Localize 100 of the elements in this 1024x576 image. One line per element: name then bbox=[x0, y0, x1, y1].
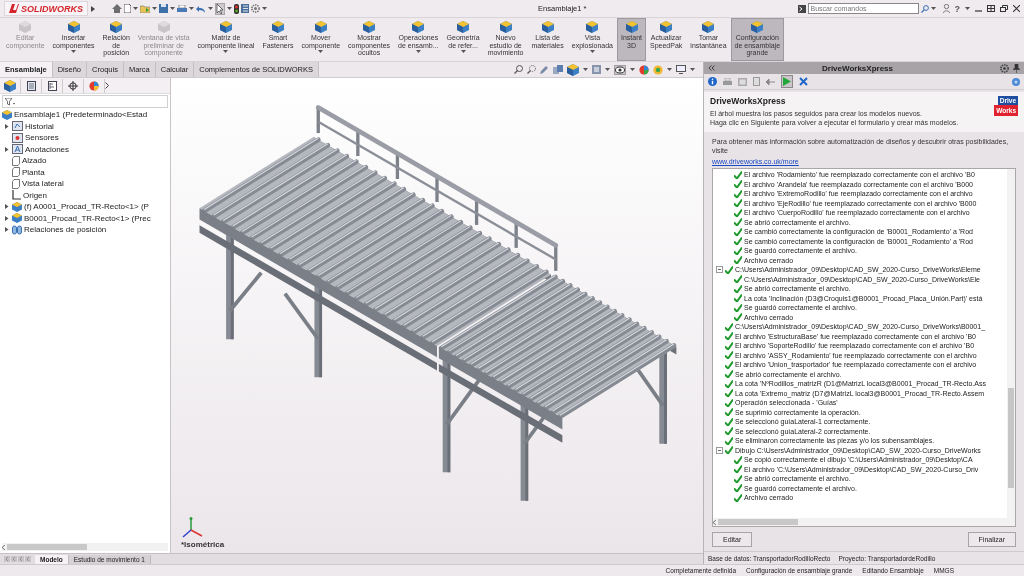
monitor-icon[interactable] bbox=[676, 65, 686, 74]
caret-icon[interactable] bbox=[170, 7, 175, 10]
chevron-right-icon[interactable] bbox=[105, 82, 109, 89]
tile-windows-icon[interactable] bbox=[987, 5, 995, 12]
horizontal-scrollbar[interactable] bbox=[713, 518, 1015, 526]
caret-icon[interactable] bbox=[152, 7, 157, 10]
user-icon[interactable] bbox=[942, 4, 950, 13]
expand-arrow-icon[interactable] bbox=[5, 204, 9, 210]
cube-icon[interactable] bbox=[567, 63, 579, 76]
filter-icon bbox=[5, 97, 15, 106]
tree-item[interactable]: Anotaciones bbox=[25, 144, 70, 154]
tree-item[interactable]: B0001_Procad_TR-Recto<1> (Prec bbox=[24, 213, 151, 223]
expand-arrow-icon[interactable] bbox=[5, 123, 9, 129]
new-document-icon[interactable] bbox=[124, 4, 131, 13]
select-tool-button[interactable] bbox=[215, 2, 225, 15]
caret-icon bbox=[460, 50, 466, 53]
close-icon[interactable] bbox=[1013, 5, 1020, 12]
horizontal-scrollbar[interactable] bbox=[2, 543, 168, 551]
tree-item[interactable]: (f) A0001_Procad_TR-Recto<1> (P bbox=[24, 202, 149, 212]
cube-icon bbox=[499, 21, 512, 33]
print-icon[interactable] bbox=[177, 4, 187, 13]
cube-icon bbox=[67, 21, 80, 33]
caret-icon bbox=[71, 50, 77, 53]
tree-item[interactable]: Relaciones de posición bbox=[24, 225, 107, 235]
cube-icon bbox=[271, 21, 284, 33]
collapse-panel-icon[interactable] bbox=[708, 65, 715, 71]
hide-show-button[interactable] bbox=[614, 64, 626, 75]
tree-item[interactable]: Alzado bbox=[22, 156, 47, 166]
pin-icon[interactable] bbox=[1013, 63, 1020, 73]
expand-arrow-icon[interactable] bbox=[91, 5, 95, 12]
traffic-light-icon[interactable] bbox=[234, 3, 239, 14]
cube-icon bbox=[702, 21, 715, 33]
configuration-icon bbox=[47, 80, 57, 91]
caret-icon[interactable] bbox=[189, 7, 194, 10]
undo-icon[interactable] bbox=[196, 4, 206, 13]
axis-triad-icon bbox=[181, 517, 203, 539]
caret-icon bbox=[223, 50, 229, 53]
restore-icon[interactable] bbox=[1000, 5, 1008, 12]
caret-icon[interactable] bbox=[965, 7, 970, 10]
tree-item[interactable]: Vista lateral bbox=[22, 179, 64, 189]
expand-arrow-icon[interactable] bbox=[5, 215, 9, 221]
logo-mark-icon bbox=[9, 4, 19, 13]
cube-icon bbox=[157, 21, 170, 33]
chevron-left-icon bbox=[2, 544, 5, 550]
mates-icon bbox=[12, 224, 22, 235]
info-icon[interactable] bbox=[708, 77, 717, 86]
tree-item[interactable]: Planta bbox=[22, 167, 45, 177]
list-icon[interactable] bbox=[241, 4, 249, 13]
zoom-to-fit-icon[interactable] bbox=[514, 65, 523, 74]
cube-icon bbox=[110, 21, 123, 33]
tree-item[interactable]: Origen bbox=[23, 190, 47, 200]
tree-item[interactable]: Ensamblaje1 (Predeterminado<Estad bbox=[14, 110, 148, 120]
help-button[interactable]: ? bbox=[954, 3, 960, 14]
chevron-left-icon bbox=[713, 519, 716, 525]
save-icon[interactable] bbox=[159, 4, 168, 13]
cube-icon bbox=[457, 21, 470, 33]
info-heading: DriveWorksXpress bbox=[710, 96, 787, 106]
caret-icon[interactable] bbox=[227, 7, 232, 10]
caret-icon[interactable] bbox=[605, 68, 610, 71]
filter-field[interactable] bbox=[2, 95, 168, 108]
cube-icon bbox=[412, 21, 425, 33]
tree-item[interactable]: Historial bbox=[25, 121, 54, 131]
cube-icon bbox=[586, 21, 599, 33]
section-view-icon[interactable] bbox=[553, 65, 563, 74]
play-icon bbox=[783, 77, 791, 86]
search-icon[interactable] bbox=[920, 4, 929, 13]
settings-icon[interactable] bbox=[251, 4, 260, 13]
caret-icon[interactable] bbox=[690, 68, 695, 71]
assembly-icon bbox=[12, 213, 22, 224]
sensor-folder-icon bbox=[12, 132, 23, 143]
caret-icon bbox=[318, 50, 324, 53]
close-icon[interactable] bbox=[799, 77, 808, 86]
vertical-scrollbar[interactable] bbox=[1007, 169, 1015, 518]
caret-icon[interactable] bbox=[262, 7, 267, 10]
caret-icon[interactable] bbox=[930, 7, 936, 10]
appearance-icon bbox=[89, 80, 99, 91]
collapse-icon[interactable] bbox=[716, 266, 723, 274]
tree-item[interactable]: Sensores bbox=[25, 133, 59, 143]
expand-arrow-icon[interactable] bbox=[5, 146, 9, 152]
appearance-icon[interactable] bbox=[639, 64, 649, 75]
back-icon[interactable] bbox=[766, 78, 775, 85]
zoom-area-icon[interactable] bbox=[527, 65, 536, 74]
caret-icon[interactable] bbox=[133, 7, 138, 10]
command-prompt-icon bbox=[797, 4, 806, 13]
cube-icon bbox=[625, 21, 638, 33]
caret-icon[interactable] bbox=[667, 68, 672, 71]
caret-icon[interactable] bbox=[630, 68, 635, 71]
pencil-icon[interactable] bbox=[540, 65, 549, 74]
cube-icon bbox=[314, 21, 327, 33]
cube-icon bbox=[4, 79, 16, 92]
cube-icon bbox=[541, 21, 554, 33]
expand-arrow-icon[interactable] bbox=[5, 227, 9, 233]
settings-icon[interactable] bbox=[1000, 63, 1009, 73]
caret-icon[interactable] bbox=[583, 68, 588, 71]
caret-icon[interactable] bbox=[208, 7, 213, 10]
collapse-icon[interactable] bbox=[716, 446, 723, 454]
home-icon[interactable] bbox=[112, 4, 122, 13]
cube-icon bbox=[660, 21, 673, 33]
folder-icon[interactable] bbox=[140, 4, 150, 13]
cube-icon bbox=[220, 21, 232, 33]
